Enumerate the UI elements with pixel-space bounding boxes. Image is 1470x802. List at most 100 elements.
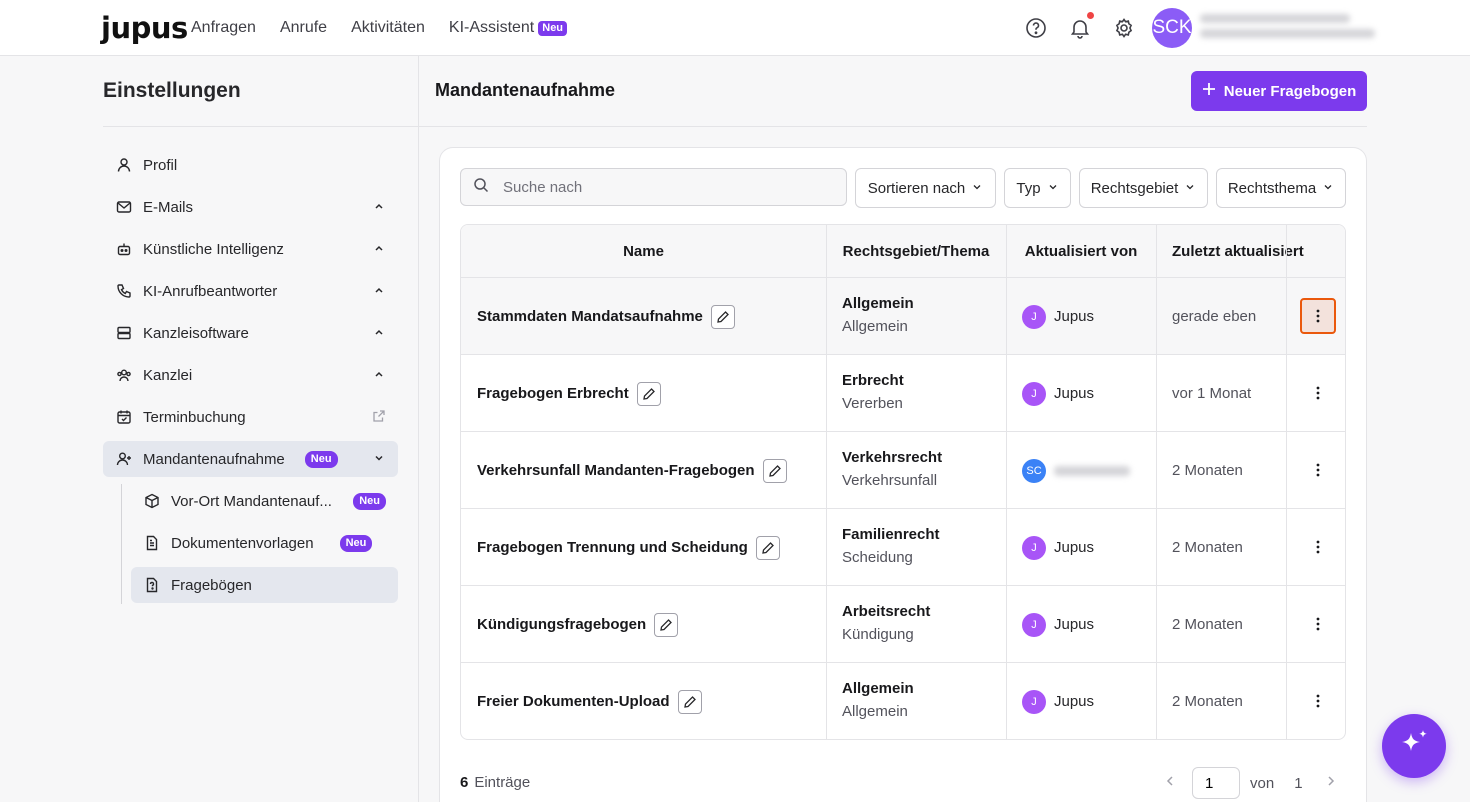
nav-item-aktivitaeten[interactable]: Aktivitäten	[351, 18, 425, 38]
chevron-right-icon[interactable]	[1323, 773, 1339, 793]
sidebar-subitem-frageboegen[interactable]: Fragebögen	[131, 567, 398, 603]
table-row[interactable]: Stammdaten Mandatsaufnahme Allgemein All…	[461, 278, 1345, 355]
questionnaire-name[interactable]: Freier Dokumenten-Upload	[477, 663, 702, 739]
questionnaire-name[interactable]: Fragebogen Trennung und Scheidung	[477, 509, 780, 586]
more-options-icon[interactable]	[1300, 529, 1336, 565]
more-options-icon[interactable]	[1300, 375, 1336, 411]
area-dropdown[interactable]: Rechtsgebiet	[1079, 168, 1208, 208]
user-name: Jupus	[1054, 693, 1095, 710]
edit-icon[interactable]	[677, 689, 702, 714]
table-row[interactable]: Freier Dokumenten-Upload Allgemein Allge…	[461, 663, 1345, 739]
sidebar-item-kanzlei[interactable]: Kanzlei	[103, 357, 398, 393]
area-cell: Arbeitsrecht Kündigung	[842, 603, 930, 643]
sidebar-item-kanzleisoftware[interactable]: Kanzleisoftware	[103, 315, 398, 351]
edit-icon[interactable]	[755, 535, 780, 560]
user-avatar[interactable]: SCK	[1152, 8, 1192, 48]
mail-icon	[115, 198, 133, 216]
entries-count: 6 Einträge	[460, 774, 530, 791]
edit-icon[interactable]	[654, 612, 679, 637]
questionnaire-name[interactable]: Verkehrsunfall Mandanten-Fragebogen	[477, 432, 787, 509]
questionnaire-name-text: Fragebogen Erbrecht	[477, 385, 629, 402]
column-header-name[interactable]: Name	[461, 225, 826, 278]
topic-label: Allgemein	[842, 703, 908, 720]
search-icon	[473, 177, 489, 197]
main-nav: Anfragen Anrufe Aktivitäten KI-Assistent…	[191, 18, 591, 38]
column-header-area[interactable]: Rechtsgebiet/Thema	[826, 225, 1006, 278]
edit-icon[interactable]	[762, 458, 787, 483]
jupus-logo[interactable]: jupus	[101, 11, 188, 45]
nav-item-ki-assistent-label: KI-Assistent	[448, 19, 535, 36]
sidebar-item-ki-anrufbeantworter[interactable]: KI-Anrufbeantworter	[103, 273, 398, 309]
last-updated-cell: 2 Monaten	[1172, 462, 1243, 479]
nav-item-ki-assistent[interactable]: KI-Assistent Neu	[448, 18, 568, 38]
edit-icon[interactable]	[710, 304, 735, 329]
last-updated-cell: 2 Monaten	[1172, 616, 1243, 633]
sidebar-item-terminbuchung[interactable]: Terminbuchung	[103, 399, 398, 435]
gear-icon[interactable]	[1112, 16, 1136, 40]
table-row[interactable]: Verkehrsunfall Mandanten-Fragebogen Verk…	[461, 432, 1345, 509]
questionnaire-name[interactable]: Fragebogen Erbrecht	[477, 355, 661, 432]
updated-by-cell: J Jupus	[1022, 355, 1094, 432]
sidebar-item-label: Kanzleisoftware	[143, 324, 249, 342]
divider	[419, 126, 1367, 127]
column-header-last-updated[interactable]: Zuletzt aktualisiert	[1172, 225, 1304, 278]
of-label: von	[1250, 774, 1275, 792]
chevron-down-icon	[1184, 180, 1196, 197]
table-row[interactable]: Fragebogen Trennung und Scheidung Famili…	[461, 509, 1345, 586]
chevron-up-icon	[372, 283, 386, 297]
ai-assistant-button[interactable]	[1382, 714, 1446, 778]
questionnaire-name-text: Stammdaten Mandatsaufnahme	[477, 308, 703, 325]
updated-by-cell: J Jupus	[1022, 278, 1094, 355]
search-input[interactable]	[503, 178, 823, 196]
chevron-down-icon	[971, 180, 983, 197]
sidebar-item-mandantenaufnahme[interactable]: Mandantenaufnahme Neu	[103, 441, 398, 477]
more-options-icon[interactable]	[1300, 606, 1336, 642]
sidebar-item-emails[interactable]: E-Mails	[103, 189, 398, 225]
user-name: Jupus	[1054, 308, 1095, 325]
table-row[interactable]: Kündigungsfragebogen Arbeitsrecht Kündig…	[461, 586, 1345, 663]
area-dropdown-label: Rechtsgebiet	[1090, 179, 1179, 197]
entries-count-label: Einträge	[474, 774, 531, 791]
sidebar-item-label: Kanzlei	[143, 366, 193, 384]
search-box[interactable]	[460, 168, 847, 206]
nav-item-anfragen[interactable]: Anfragen	[191, 18, 256, 38]
sidebar-subitem-dokumentenvorlagen[interactable]: Dokumentenvorlagen Neu	[131, 525, 398, 561]
column-divider	[826, 225, 827, 739]
type-dropdown[interactable]: Typ	[1004, 168, 1071, 208]
more-options-icon[interactable]	[1300, 683, 1336, 719]
area-label: Arbeitsrecht	[842, 603, 931, 620]
chevron-left-icon[interactable]	[1162, 773, 1178, 793]
sidebar-subitem-label: Dokumentenvorlagen	[171, 534, 314, 552]
topic-label: Verkehrsunfall	[842, 472, 938, 489]
more-options-icon[interactable]	[1300, 298, 1336, 334]
help-icon[interactable]	[1024, 16, 1048, 40]
robot-icon	[115, 240, 133, 258]
pagination: von 1	[1162, 767, 1339, 799]
sidebar-subitem-vor-ort[interactable]: Vor-Ort Mandantenauf... Neu	[131, 483, 398, 519]
user-plus-icon	[115, 450, 133, 468]
questionnaire-name[interactable]: Kündigungsfragebogen	[477, 586, 679, 663]
bell-icon[interactable]	[1068, 16, 1092, 40]
edit-icon[interactable]	[636, 381, 661, 406]
sort-dropdown[interactable]: Sortieren nach	[855, 168, 996, 208]
area-label: Allgemein	[842, 295, 914, 312]
table-row[interactable]: Fragebogen Erbrecht Erbrecht Vererben J …	[461, 355, 1345, 432]
user-name-redacted[interactable]	[1200, 14, 1375, 44]
chevron-up-icon	[372, 367, 386, 381]
nav-item-anrufe[interactable]: Anrufe	[280, 18, 327, 38]
user-avatar-small: J	[1022, 304, 1046, 329]
column-header-updated-by[interactable]: Aktualisiert von	[1006, 225, 1156, 278]
sort-dropdown-label: Sortieren nach	[867, 179, 966, 197]
user-name-redacted	[1054, 465, 1130, 476]
sidebar-item-profil[interactable]: Profil	[103, 147, 398, 183]
more-options-icon[interactable]	[1300, 452, 1336, 488]
user-name: Jupus	[1054, 616, 1095, 633]
new-questionnaire-button[interactable]: Neuer Fragebogen	[1191, 71, 1367, 111]
area-cell: Allgemein Allgemein	[842, 295, 914, 335]
topic-dropdown[interactable]: Rechtsthema	[1216, 168, 1346, 208]
page-number-input[interactable]	[1192, 767, 1240, 799]
sidebar-item-kuenstliche-intelligenz[interactable]: Künstliche Intelligenz	[103, 231, 398, 267]
updated-by-cell: SC	[1022, 432, 1130, 509]
questionnaire-name[interactable]: Stammdaten Mandatsaufnahme	[477, 278, 735, 355]
user-avatar-small: J	[1022, 381, 1046, 406]
